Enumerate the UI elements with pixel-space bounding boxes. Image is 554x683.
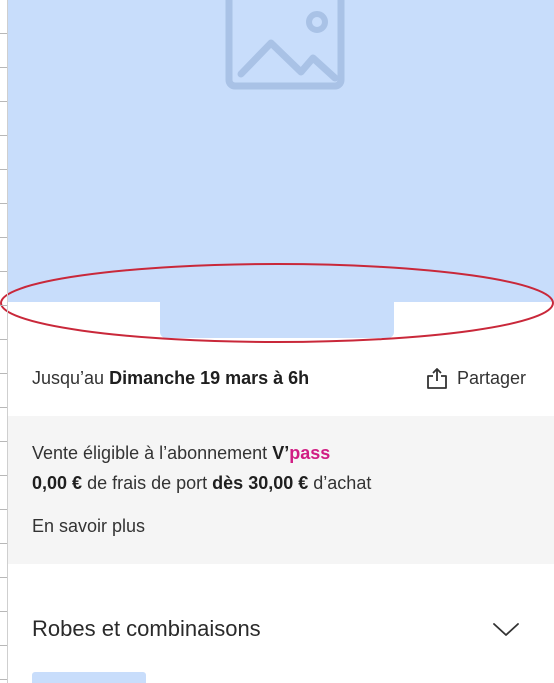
threshold-suffix: d’achat: [313, 473, 372, 493]
shipping-text: de frais de port: [87, 473, 208, 493]
category-title: Robes et combinaisons: [32, 616, 261, 641]
sale-deadline-prefix: Jusqu’au: [32, 367, 105, 388]
vpass-eligibility-line: Vente éligible à l’abonnement V’pass: [32, 443, 330, 464]
vpass-brand-v: V’: [272, 443, 290, 463]
product-sale-page: Jusqu’au Dimanche 19 mars à 6h Partager …: [0, 0, 554, 683]
share-label: Partager: [456, 367, 526, 388]
hero-image-placeholder: [8, 0, 554, 302]
learn-more-link[interactable]: En savoir plus: [32, 516, 145, 537]
hero-tab-extension: [160, 268, 394, 338]
chevron-down-icon: [493, 623, 519, 636]
shipping-offer-line: 0,00 € de frais de port dès 30,00 € d’ac…: [32, 473, 371, 494]
shipping-price: 0,00 €: [32, 473, 83, 493]
threshold-value: 30,00 €: [248, 473, 309, 493]
sale-deadline-date: Dimanche 19 mars à 6h: [109, 367, 310, 388]
sale-deadline-row: Jusqu’au Dimanche 19 mars à 6h Partager: [32, 364, 526, 392]
vpass-eligibility-text: Vente éligible à l’abonnement: [32, 443, 268, 463]
vpass-brand-pass: pass: [289, 443, 331, 463]
sale-deadline-text: Jusqu’au Dimanche 19 mars à 6h: [32, 368, 309, 389]
image-placeholder-icon: [225, 0, 345, 90]
left-scroll-guide: [0, 0, 8, 683]
vpass-promo-box: Vente éligible à l’abonnement V’pass 0,0…: [8, 416, 554, 564]
threshold-prefix: dès: [212, 473, 244, 493]
category-accordion-header[interactable]: Robes et combinaisons: [32, 612, 520, 646]
share-icon: [427, 368, 447, 389]
category-chip-placeholder[interactable]: [32, 672, 146, 683]
share-button[interactable]: Partager: [426, 366, 526, 390]
